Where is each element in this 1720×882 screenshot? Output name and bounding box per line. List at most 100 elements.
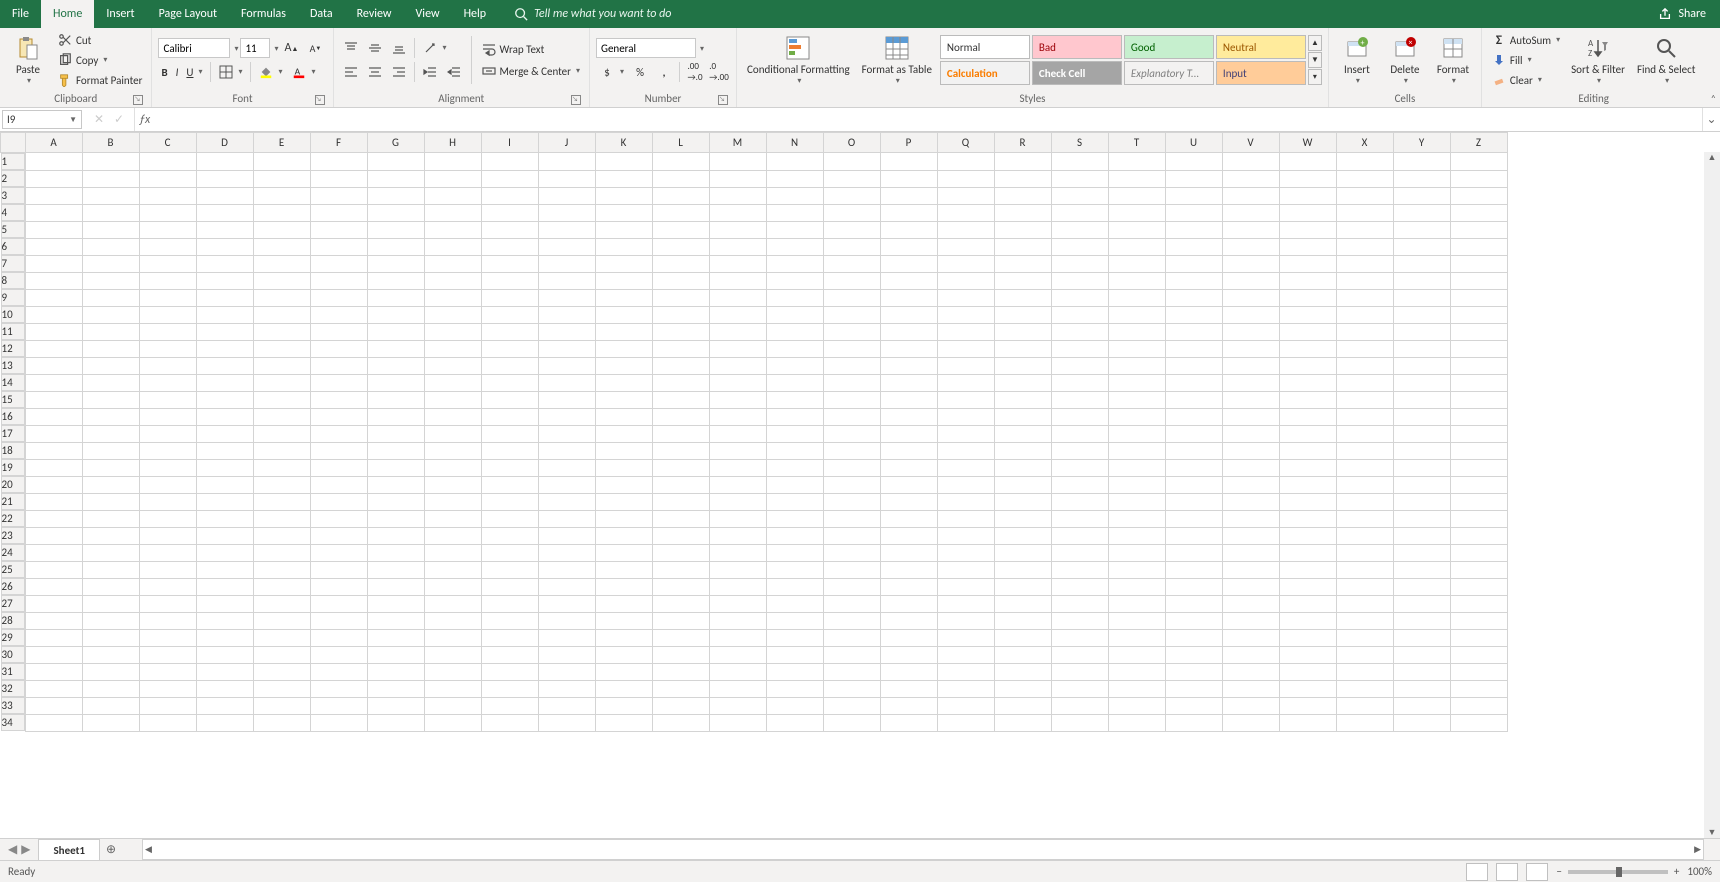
cell[interactable] bbox=[424, 391, 481, 408]
cell[interactable] bbox=[1336, 272, 1393, 289]
cell[interactable] bbox=[481, 238, 538, 255]
cell[interactable] bbox=[1108, 680, 1165, 697]
cell[interactable] bbox=[1336, 289, 1393, 306]
tab-file[interactable]: File bbox=[0, 0, 41, 28]
cell[interactable] bbox=[766, 153, 823, 171]
cell[interactable] bbox=[310, 544, 367, 561]
cell[interactable] bbox=[1279, 629, 1336, 646]
cancel-formula-button[interactable]: ✕ bbox=[90, 112, 108, 127]
cell[interactable] bbox=[1336, 663, 1393, 680]
cell[interactable] bbox=[937, 459, 994, 476]
cell[interactable] bbox=[1393, 578, 1450, 595]
cell[interactable] bbox=[1165, 561, 1222, 578]
cell[interactable] bbox=[1450, 391, 1507, 408]
cell[interactable] bbox=[538, 306, 595, 323]
name-box[interactable]: I9 ▼ bbox=[2, 110, 82, 129]
cell[interactable] bbox=[481, 646, 538, 663]
number-format-combo[interactable] bbox=[596, 38, 696, 58]
cell[interactable] bbox=[1222, 425, 1279, 442]
cell[interactable] bbox=[538, 714, 595, 731]
cell[interactable] bbox=[1450, 663, 1507, 680]
cell[interactable] bbox=[766, 408, 823, 425]
cell[interactable] bbox=[253, 510, 310, 527]
cell[interactable] bbox=[880, 340, 937, 357]
cell[interactable] bbox=[994, 561, 1051, 578]
cell[interactable] bbox=[709, 408, 766, 425]
align-bottom-button[interactable] bbox=[388, 39, 410, 57]
italic-button[interactable]: I bbox=[173, 65, 182, 80]
cell[interactable] bbox=[709, 391, 766, 408]
cell[interactable] bbox=[937, 238, 994, 255]
cell[interactable] bbox=[481, 476, 538, 493]
cell[interactable] bbox=[139, 272, 196, 289]
cell[interactable] bbox=[823, 629, 880, 646]
cell[interactable] bbox=[823, 357, 880, 374]
cell[interactable] bbox=[1222, 459, 1279, 476]
row-header[interactable]: 7 bbox=[1, 255, 25, 272]
align-right-button[interactable] bbox=[388, 63, 410, 81]
cell[interactable] bbox=[1165, 374, 1222, 391]
cell[interactable] bbox=[1393, 697, 1450, 714]
select-all-corner[interactable] bbox=[1, 133, 26, 153]
cell[interactable] bbox=[82, 595, 139, 612]
cell[interactable] bbox=[367, 663, 424, 680]
cell[interactable] bbox=[253, 153, 310, 171]
column-header[interactable]: Q bbox=[937, 133, 994, 153]
cell[interactable] bbox=[1279, 578, 1336, 595]
column-header[interactable]: E bbox=[253, 133, 310, 153]
cell[interactable] bbox=[310, 221, 367, 238]
cell[interactable] bbox=[1051, 391, 1108, 408]
cell[interactable] bbox=[538, 187, 595, 204]
cell[interactable] bbox=[1222, 680, 1279, 697]
cell[interactable] bbox=[1450, 357, 1507, 374]
cell[interactable] bbox=[1222, 476, 1279, 493]
cell[interactable] bbox=[1279, 323, 1336, 340]
row-header[interactable]: 28 bbox=[1, 612, 25, 629]
cell[interactable] bbox=[994, 595, 1051, 612]
cell[interactable] bbox=[937, 374, 994, 391]
cell[interactable] bbox=[937, 340, 994, 357]
cell[interactable] bbox=[253, 374, 310, 391]
cell[interactable] bbox=[82, 221, 139, 238]
cell[interactable] bbox=[766, 391, 823, 408]
cell[interactable] bbox=[1450, 578, 1507, 595]
cell[interactable] bbox=[25, 408, 82, 425]
tab-review[interactable]: Review bbox=[345, 0, 404, 28]
cell[interactable] bbox=[481, 204, 538, 221]
cell[interactable] bbox=[880, 391, 937, 408]
cell[interactable] bbox=[937, 493, 994, 510]
cell[interactable] bbox=[994, 204, 1051, 221]
cell[interactable] bbox=[139, 629, 196, 646]
cell[interactable] bbox=[25, 204, 82, 221]
cell[interactable] bbox=[1165, 357, 1222, 374]
cell[interactable] bbox=[1051, 442, 1108, 459]
alignment-dialog-launcher[interactable] bbox=[571, 95, 581, 105]
cell[interactable] bbox=[709, 527, 766, 544]
column-header[interactable]: W bbox=[1279, 133, 1336, 153]
cell[interactable] bbox=[823, 425, 880, 442]
gallery-scroll-down[interactable]: ▼ bbox=[1308, 52, 1322, 68]
cell[interactable] bbox=[709, 612, 766, 629]
cell[interactable] bbox=[937, 629, 994, 646]
cell[interactable] bbox=[1108, 697, 1165, 714]
column-header[interactable]: P bbox=[880, 133, 937, 153]
cell[interactable] bbox=[253, 340, 310, 357]
cell[interactable] bbox=[937, 391, 994, 408]
cell[interactable] bbox=[82, 391, 139, 408]
cell[interactable] bbox=[823, 221, 880, 238]
sheet-tab-sheet1[interactable]: Sheet1 bbox=[38, 839, 100, 860]
cell[interactable] bbox=[994, 612, 1051, 629]
cell[interactable] bbox=[880, 272, 937, 289]
cell[interactable] bbox=[538, 289, 595, 306]
cell[interactable] bbox=[1051, 714, 1108, 731]
cell[interactable] bbox=[709, 663, 766, 680]
scroll-down-icon[interactable]: ▼ bbox=[1708, 827, 1717, 838]
cell[interactable] bbox=[709, 714, 766, 731]
cell[interactable] bbox=[538, 629, 595, 646]
cell[interactable] bbox=[25, 459, 82, 476]
cell[interactable] bbox=[367, 391, 424, 408]
cell[interactable] bbox=[25, 663, 82, 680]
cell[interactable] bbox=[652, 170, 709, 187]
cell[interactable] bbox=[709, 170, 766, 187]
cell[interactable] bbox=[1108, 204, 1165, 221]
